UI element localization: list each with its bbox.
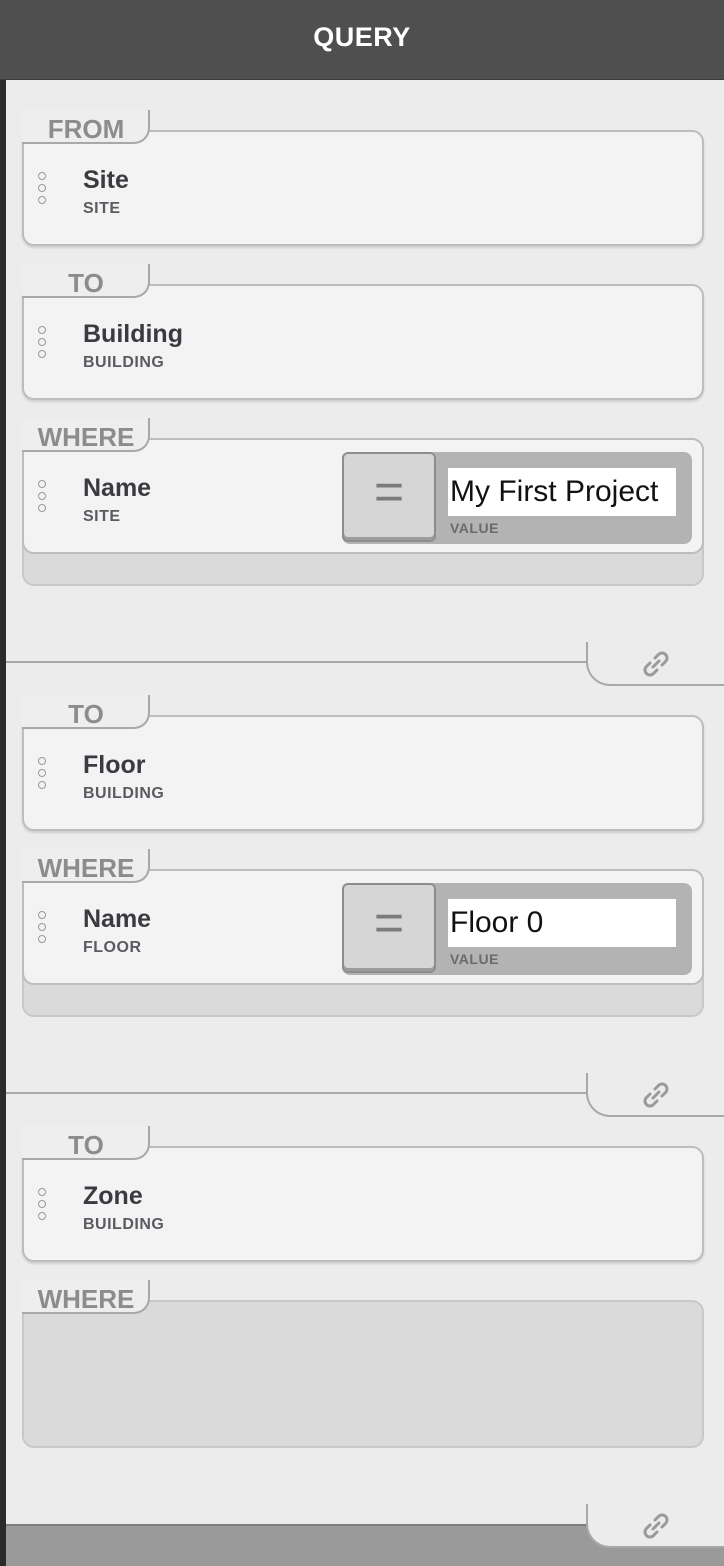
drag-handle-icon[interactable] [38,326,48,362]
to-entity-card[interactable]: Building BUILDING [22,284,704,400]
condition-editor: = VALUE [342,883,692,975]
condition-field-type: FLOOR [83,939,142,956]
section-tab-where: WHERE [22,418,150,452]
drag-handle-icon[interactable] [38,1188,48,1224]
where-container: Name FLOOR = VALUE [22,869,704,1017]
entity-type: BUILDING [83,1216,165,1233]
drag-handle-icon[interactable] [38,172,48,208]
where-empty-dropzone[interactable] [22,1300,704,1448]
condition-field: Name [83,474,152,502]
section-tab-from: FROM [22,110,150,144]
section-tab-to: TO [22,1126,150,1160]
condition-field: Name [83,905,152,933]
link-tab[interactable] [586,1504,724,1548]
where-container: Name SITE = VALUE [22,438,704,586]
equals-icon: = [373,463,405,521]
section-tab-to: TO [22,695,150,729]
separator [6,661,592,663]
condition-editor: = VALUE [342,452,692,544]
link-tab[interactable] [586,642,724,686]
operator-button[interactable]: = [342,883,436,973]
section-tab-where: WHERE [22,849,150,883]
section-label: WHERE [37,422,135,452]
entity-type: BUILDING [83,354,165,371]
section-label: WHERE [37,1284,135,1314]
value-input[interactable] [448,899,676,947]
entity-name: Zone [83,1182,143,1210]
query-header: QUERY [0,0,724,80]
condition-field-type: SITE [83,508,121,525]
value-input[interactable] [448,468,676,516]
section-label: TO [68,699,104,729]
entity-type: SITE [83,200,121,217]
link-icon[interactable] [638,1508,674,1544]
where-condition-card[interactable]: Name FLOOR = VALUE [22,869,704,985]
value-label: VALUE [450,951,499,967]
link-icon[interactable] [638,1077,674,1113]
entity-type: BUILDING [83,785,165,802]
section-tab-where: WHERE [22,1280,150,1314]
section-label: TO [68,1130,104,1160]
drag-handle-icon[interactable] [38,757,48,793]
link-tab[interactable] [586,1073,724,1117]
separator [6,1092,592,1094]
to-entity-card[interactable]: Zone BUILDING [22,1146,704,1262]
query-builder-panel: Site SITE FROM Building BUILDING TO Name… [6,80,724,1566]
value-label: VALUE [450,520,499,536]
drag-handle-icon[interactable] [38,480,48,516]
to-entity-card[interactable]: Floor BUILDING [22,715,704,831]
drag-handle-icon[interactable] [38,911,48,947]
equals-icon: = [373,894,405,952]
entity-name: Floor [83,751,146,779]
entity-name: Site [83,166,129,194]
section-label: TO [68,268,104,298]
where-condition-card[interactable]: Name SITE = VALUE [22,438,704,554]
link-icon[interactable] [638,646,674,682]
page-title: QUERY [313,22,411,52]
entity-name: Building [83,320,183,348]
section-tab-to: TO [22,264,150,298]
section-label: WHERE [37,853,135,883]
section-label: FROM [47,114,125,144]
from-entity-card[interactable]: Site SITE [22,130,704,246]
operator-button[interactable]: = [342,452,436,542]
